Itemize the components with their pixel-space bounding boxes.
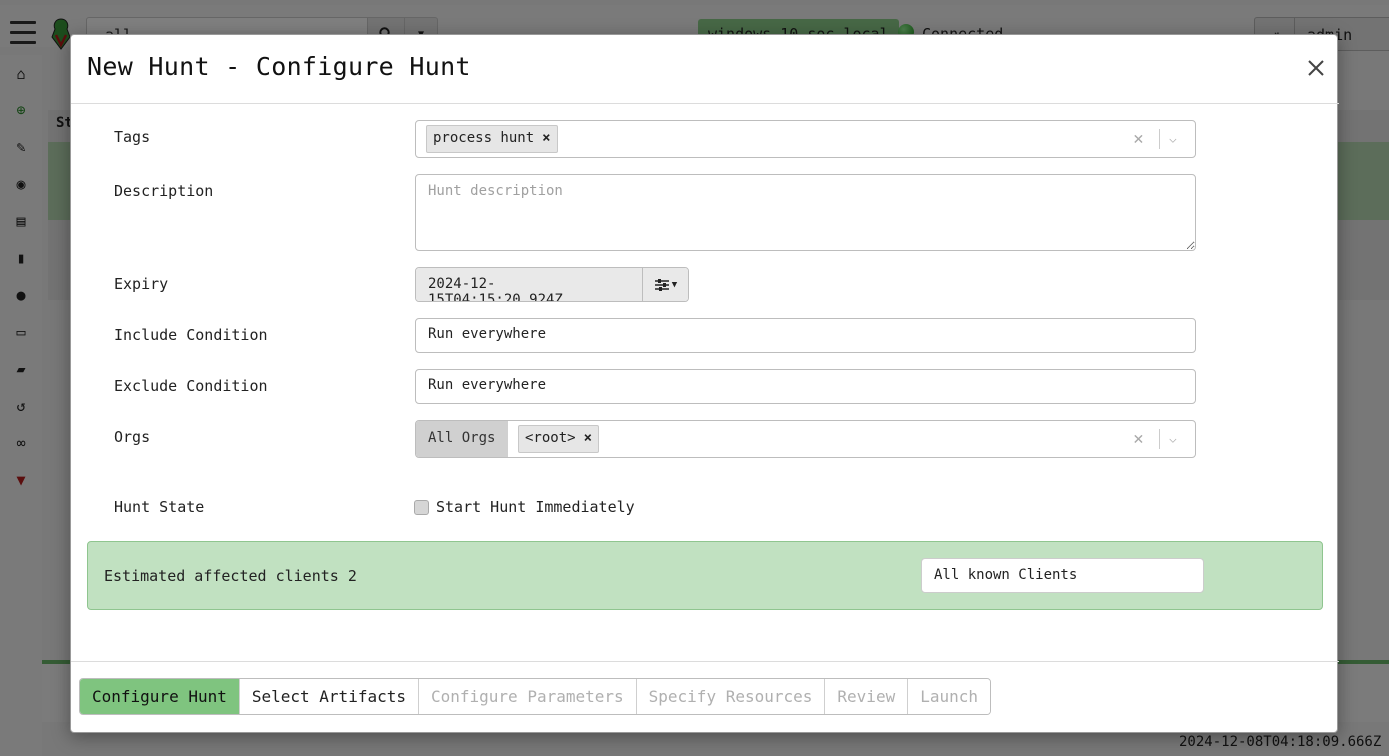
select-separator bbox=[1159, 429, 1160, 449]
clear-icon[interactable]: × bbox=[1133, 129, 1144, 150]
org-chip: <root> × bbox=[518, 425, 600, 453]
chevron-down-icon[interactable]: ⌵ bbox=[1169, 432, 1177, 447]
modal-title: New Hunt - Configure Hunt bbox=[87, 52, 471, 81]
tag-remove-icon[interactable]: × bbox=[542, 130, 550, 146]
start-immediately-label[interactable]: Start Hunt Immediately bbox=[436, 498, 635, 516]
step-specify-resources: Specify Resources bbox=[636, 679, 826, 714]
new-hunt-modal: New Hunt - Configure Hunt Tags process h… bbox=[70, 34, 1339, 733]
description-label: Description bbox=[114, 182, 214, 200]
expiry-label: Expiry bbox=[114, 275, 169, 293]
tags-label: Tags bbox=[114, 128, 151, 146]
step-configure-parameters: Configure Parameters bbox=[418, 679, 637, 714]
org-remove-icon[interactable]: × bbox=[584, 430, 592, 446]
hunt-state-label: Hunt State bbox=[114, 498, 205, 516]
org-chip-label: <root> bbox=[525, 430, 576, 446]
client-scope-select[interactable]: All known Clients bbox=[921, 558, 1204, 593]
exclude-condition-label: Exclude Condition bbox=[114, 377, 268, 395]
clear-icon[interactable]: × bbox=[1133, 429, 1144, 450]
step-review: Review bbox=[825, 679, 909, 714]
sliders-icon bbox=[654, 278, 669, 291]
modal-footer-divider bbox=[71, 661, 1339, 662]
orgs-label: Orgs bbox=[114, 428, 151, 446]
step-configure-hunt[interactable]: Configure Hunt bbox=[80, 679, 240, 714]
expiry-settings-button[interactable]: ▼ bbox=[643, 268, 688, 301]
step-launch: Launch bbox=[908, 679, 990, 714]
orgs-select-controls: × ⌵ bbox=[1123, 421, 1195, 457]
close-icon[interactable] bbox=[1305, 57, 1327, 79]
modal-header: New Hunt - Configure Hunt bbox=[71, 35, 1339, 104]
description-textarea[interactable] bbox=[415, 174, 1196, 251]
tags-select[interactable]: process hunt × × ⌵ bbox=[415, 120, 1196, 158]
estimated-clients-panel: Estimated affected clients 2 All known C… bbox=[87, 541, 1323, 610]
chevron-down-icon[interactable]: ⌵ bbox=[1169, 132, 1177, 147]
tag-chip-label: process hunt bbox=[433, 130, 535, 146]
select-separator bbox=[1159, 129, 1160, 149]
wizard-step-bar: Configure Hunt Select Artifacts Configur… bbox=[79, 678, 991, 715]
expiry-value[interactable]: 2024-12-15T04:15:20.924Z bbox=[416, 268, 643, 301]
include-condition-select[interactable]: Run everywhere bbox=[415, 318, 1196, 353]
tag-chip: process hunt × bbox=[426, 125, 558, 153]
expiry-picker: 2024-12-15T04:15:20.924Z ▼ bbox=[415, 267, 689, 302]
caret-down-icon: ▼ bbox=[671, 279, 678, 290]
include-condition-label: Include Condition bbox=[114, 326, 268, 344]
step-select-artifacts[interactable]: Select Artifacts bbox=[239, 679, 419, 714]
all-orgs-button[interactable]: All Orgs bbox=[416, 421, 508, 457]
tags-select-controls: × ⌵ bbox=[1123, 121, 1195, 157]
orgs-select[interactable]: All Orgs <root> × × ⌵ bbox=[415, 420, 1196, 458]
start-immediately-checkbox[interactable] bbox=[414, 500, 429, 515]
estimated-clients-text: Estimated affected clients 2 bbox=[104, 567, 357, 585]
exclude-condition-select[interactable]: Run everywhere bbox=[415, 369, 1196, 404]
